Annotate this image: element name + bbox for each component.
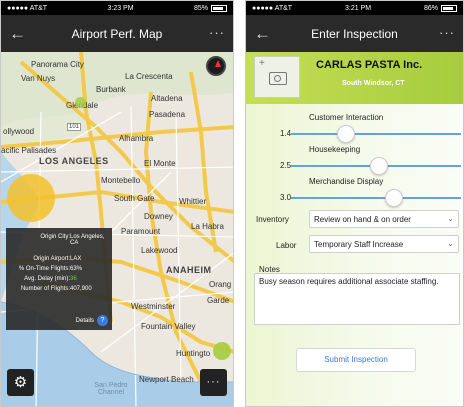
add-photo-button[interactable]: + [254,56,300,98]
page-title: Enter Inspection [311,26,398,41]
map-label: Pasadena [149,110,186,119]
map-label: La Crescenta [125,72,173,81]
gear-icon: ⚙ [13,374,28,391]
submit-inspection-button[interactable]: Submit Inspection [296,348,416,372]
company-location: South Windsor, CT [342,80,405,87]
battery-percent: 85% [193,4,208,12]
slider-thumb[interactable] [337,125,355,143]
airport-marker[interactable] [75,97,86,108]
status-bar: ●●●●● AT&T 3:21 PM 86% [246,1,463,15]
slider-value: 2.5 [280,161,292,170]
battery-percent: 86% [423,4,438,12]
status-bar: ●●●●● AT&T 3:23 PM 85% [1,1,233,15]
slider-label: Housekeeping [309,145,361,154]
map-label: Lakewood [141,246,178,255]
map-view[interactable]: Panorama City Van Nuys La Crescenta Burb… [1,52,233,406]
info-icon: ? [97,315,108,326]
labor-select[interactable]: Temporary Staff Increase ⌄ [309,235,459,253]
labor-label: Labor [276,241,297,250]
clock: 3:23 PM [107,4,134,12]
map-label: San Pedro Channel [94,382,128,396]
map-label: South Gate [114,194,155,203]
back-arrow-icon[interactable]: ← [9,24,26,44]
slider-label: Customer Interaction [309,113,384,122]
map-label: acific Palisades [1,146,57,155]
map-label: Panorama City [31,60,84,69]
camera-icon [269,72,287,85]
details-link[interactable]: Details ? [76,315,108,326]
carrier: ●●●●● AT&T [252,4,293,12]
map-label: Fountain Valley [141,322,196,331]
airport-map-screen: ●●●●● AT&T 3:23 PM 85% ← Airport Perf. M… [0,0,234,407]
highway-shield: 101 [67,123,82,131]
map-label: Van Nuys [21,74,56,83]
merchandise-display-slider[interactable] [291,197,461,199]
map-label: ollywood [3,127,35,136]
more-icon[interactable]: ··· [439,25,455,40]
airport-marker[interactable] [213,342,231,360]
compass-icon[interactable] [206,56,226,76]
notes-textarea[interactable]: Busy season requires additional associat… [254,273,460,325]
slider-label: Merchandise Display [309,177,384,186]
slider-value: 3.0 [280,193,292,202]
nav-bar: ← Airport Perf. Map ··· [1,15,233,52]
map-label: Paramount [121,227,161,236]
customer-interaction-slider[interactable] [291,133,461,135]
inventory-label: Inventory [256,215,289,224]
carrier: ●●●●● AT&T [7,4,48,12]
map-label: Garde [207,296,230,305]
map-label: ANAHEIM [166,265,212,275]
company-name: CARLAS PASTA Inc. [316,59,423,71]
back-arrow-icon[interactable]: ← [254,24,271,44]
map-label: Altadena [151,94,183,103]
battery-icon [210,4,227,12]
chevron-down-icon: ⌄ [447,214,454,223]
menu-button[interactable]: ··· [200,369,227,396]
slider-value: 1.4 [280,129,292,138]
map-label: Newport Beach [139,375,194,384]
airport-marker[interactable] [7,174,55,222]
settings-button[interactable]: ⚙ [7,369,34,396]
map-label: Orang [209,280,232,289]
more-icon[interactable]: ··· [209,25,225,40]
map-label: Burbank [96,85,126,94]
map-label: El Monte [144,159,176,168]
nav-bar: ← Enter Inspection ··· [246,15,463,52]
inspection-form: + CARLAS PASTA Inc. South Windsor, CT Cu… [246,52,463,406]
slider-thumb[interactable] [385,189,403,207]
map-label: LOS ANGELES [39,156,109,166]
inventory-select[interactable]: Review on hand & on order ⌄ [309,210,459,228]
map-label: Downey [144,212,173,221]
map-label: Huntingto [176,349,211,358]
airport-info-popup: Origin City: Los Angeles, CA Origin Airpo… [6,228,112,330]
map-label: Whittier [179,197,207,206]
page-title: Airport Perf. Map [71,26,163,41]
map-label: Westminster [131,302,176,311]
plus-icon: + [259,58,265,69]
clock: 3:21 PM [344,4,372,12]
inspection-screen: ●●●●● AT&T 3:21 PM 86% ← Enter Inspectio… [245,0,464,407]
chevron-down-icon: ⌄ [447,239,454,248]
battery-icon [440,4,457,12]
map-label: La Habra [191,222,224,231]
slider-thumb[interactable] [370,157,388,175]
map-label: Montebello [101,176,141,185]
map-label: Alhambra [119,134,154,143]
